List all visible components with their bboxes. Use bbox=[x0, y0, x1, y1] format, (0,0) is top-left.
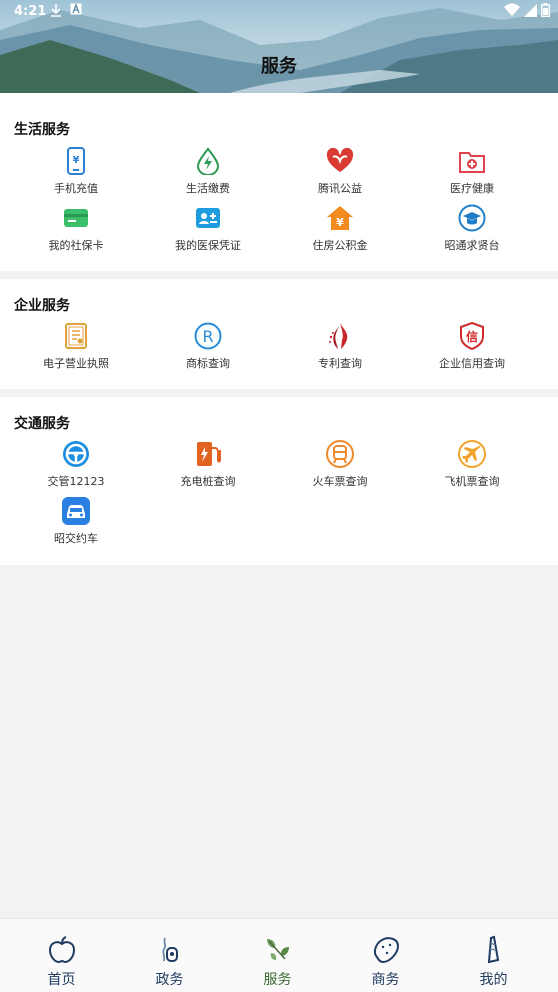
svg-text:¥: ¥ bbox=[73, 155, 80, 166]
service-label: 我的社保卡 bbox=[48, 239, 104, 252]
tab-profile[interactable]: 我的 bbox=[438, 919, 549, 992]
service-train-ticket[interactable]: 火车票查询 bbox=[280, 440, 400, 489]
section-enterprise-services: 企业服务 电子营业执照 R 商标查询 专利查询 信 企业信用查询 bbox=[0, 279, 558, 389]
apple-home-icon bbox=[48, 936, 75, 964]
service-social-security-card[interactable]: 我的社保卡 bbox=[16, 204, 136, 253]
tab-label: 政务 bbox=[155, 972, 184, 988]
signal-icon bbox=[524, 3, 537, 17]
housing-fund-icon: ¥ bbox=[327, 206, 353, 230]
section-life-services: 生活服务 ¥ 手机充值 生活缴费 腾讯公益 医疗健康 我的社保卡 我的医保凭证 … bbox=[0, 93, 558, 271]
service-label: 生活缴费 bbox=[186, 182, 230, 195]
service-medical-insurance[interactable]: 我的医保凭证 bbox=[148, 204, 268, 253]
svg-text:¥: ¥ bbox=[336, 216, 344, 229]
download-icon bbox=[51, 4, 61, 17]
section-transport-services: 交通服务 交管12123 充电桩查询 火车票查询 飞机票查询 昭交约车 bbox=[0, 397, 558, 565]
service-traffic-12123[interactable]: 交管12123 bbox=[16, 440, 136, 489]
section-title: 生活服务 bbox=[14, 122, 70, 138]
phone-recharge-icon: ¥ bbox=[67, 147, 85, 175]
tab-services[interactable]: 服务 bbox=[222, 919, 333, 992]
service-label: 昭通求贤台 bbox=[444, 239, 500, 252]
notification-a-icon bbox=[70, 3, 82, 15]
business-potato-icon bbox=[373, 937, 399, 964]
service-patent-search[interactable]: 专利查询 bbox=[280, 322, 400, 371]
service-housing-fund[interactable]: ¥ 住房公积金 bbox=[280, 204, 400, 253]
service-label: 腾讯公益 bbox=[318, 182, 362, 195]
airplane-icon bbox=[458, 440, 486, 468]
status-bar: 4:21 bbox=[0, 0, 558, 24]
steering-wheel-icon bbox=[63, 441, 89, 467]
charity-heart-icon bbox=[326, 147, 354, 172]
service-label: 商标查询 bbox=[186, 357, 230, 370]
service-label: 专利查询 bbox=[318, 357, 362, 370]
service-label: 昭交约车 bbox=[54, 532, 98, 545]
tab-home[interactable]: 首页 bbox=[6, 919, 117, 992]
service-flight-ticket[interactable]: 飞机票查询 bbox=[412, 440, 532, 489]
service-tencent-charity[interactable]: 腾讯公益 bbox=[280, 147, 400, 196]
service-utility-bill[interactable]: 生活缴费 bbox=[148, 147, 268, 196]
tab-label: 商务 bbox=[371, 972, 400, 988]
taxi-icon bbox=[62, 497, 90, 525]
svg-text:信: 信 bbox=[466, 329, 478, 344]
patent-icon bbox=[329, 323, 348, 349]
section-title: 交通服务 bbox=[14, 416, 70, 432]
medical-insurance-card-icon bbox=[196, 208, 220, 228]
tab-label: 服务 bbox=[263, 972, 292, 988]
tab-label: 我的 bbox=[479, 972, 508, 988]
section-title: 企业服务 bbox=[14, 298, 70, 314]
service-trademark-search[interactable]: R 商标查询 bbox=[148, 322, 268, 371]
battery-icon bbox=[541, 3, 550, 17]
bottom-tab-bar: 首页 政务 服务 商务 我的 bbox=[0, 918, 558, 992]
service-label: 企业信用查询 bbox=[439, 357, 505, 370]
service-label: 手机充值 bbox=[54, 182, 98, 195]
svg-text:R: R bbox=[202, 327, 213, 346]
service-label: 住房公积金 bbox=[312, 239, 368, 252]
service-talent-platform[interactable]: 昭通求贤台 bbox=[412, 204, 532, 253]
service-business-license[interactable]: 电子营业执照 bbox=[16, 322, 136, 371]
tab-government[interactable]: 政务 bbox=[114, 919, 225, 992]
service-taxi[interactable]: 昭交约车 bbox=[16, 497, 136, 546]
utility-bill-icon bbox=[196, 147, 220, 175]
status-time: 4:21 bbox=[14, 4, 47, 19]
service-label: 充电桩查询 bbox=[180, 475, 236, 488]
train-icon bbox=[326, 440, 354, 468]
business-license-icon bbox=[65, 323, 87, 349]
tab-business[interactable]: 商务 bbox=[330, 919, 441, 992]
service-label: 医疗健康 bbox=[450, 182, 494, 195]
trademark-icon: R bbox=[194, 322, 222, 350]
service-label: 我的医保凭证 bbox=[175, 239, 241, 252]
charging-pile-icon bbox=[197, 442, 221, 466]
tab-label: 首页 bbox=[47, 972, 76, 988]
social-security-card-icon bbox=[64, 209, 88, 227]
credit-shield-icon: 信 bbox=[460, 322, 484, 350]
service-label: 交管12123 bbox=[47, 475, 105, 488]
wifi-icon bbox=[504, 3, 520, 16]
service-medical-health[interactable]: 医疗健康 bbox=[412, 147, 532, 196]
service-label: 火车票查询 bbox=[312, 475, 368, 488]
page-title: 服务 bbox=[261, 56, 297, 77]
service-charging-pile[interactable]: 充电桩查询 bbox=[148, 440, 268, 489]
graduation-cap-icon bbox=[458, 204, 486, 232]
service-phone-recharge[interactable]: ¥ 手机充值 bbox=[16, 147, 136, 196]
service-label: 电子营业执照 bbox=[43, 357, 109, 370]
header-banner: 4:21 服务 bbox=[0, 0, 558, 93]
government-icon bbox=[161, 937, 178, 962]
service-leaves-icon bbox=[266, 939, 289, 960]
service-label: 飞机票查询 bbox=[444, 475, 500, 488]
profile-icon bbox=[487, 935, 499, 964]
medical-folder-icon bbox=[459, 152, 485, 173]
service-enterprise-credit[interactable]: 信 企业信用查询 bbox=[412, 322, 532, 371]
